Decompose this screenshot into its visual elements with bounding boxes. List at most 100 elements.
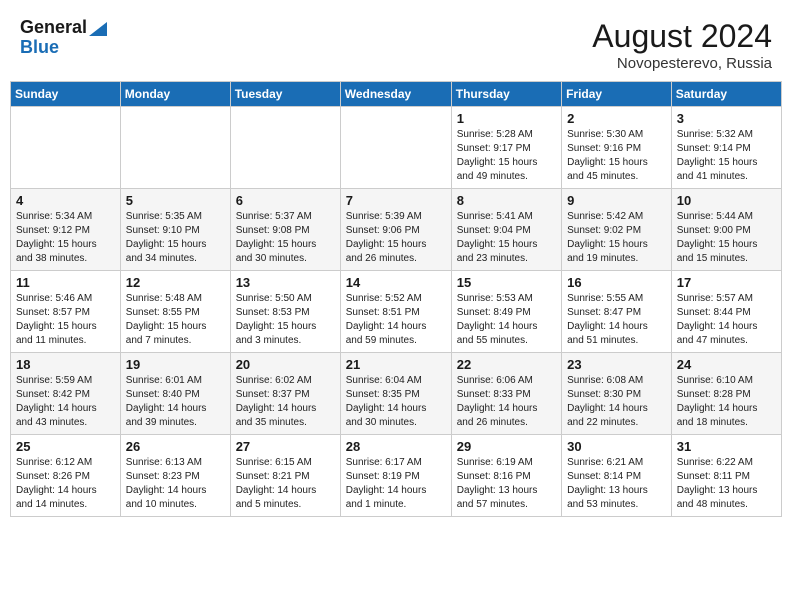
calendar-cell: 12 Sunrise: 5:48 AM Sunset: 8:55 PM Dayli… (120, 271, 230, 353)
day-number: 16 (567, 275, 666, 290)
calendar-week-4: 18 Sunrise: 5:59 AM Sunset: 8:42 PM Dayli… (11, 353, 782, 435)
calendar-cell: 20 Sunrise: 6:02 AM Sunset: 8:37 PM Dayli… (230, 353, 340, 435)
day-number: 6 (236, 193, 335, 208)
day-number: 28 (346, 439, 446, 454)
day-info: Sunrise: 6:13 AM Sunset: 8:23 PM Dayligh… (126, 456, 225, 512)
day-info: Sunrise: 6:06 AM Sunset: 8:33 PM Dayligh… (457, 374, 556, 430)
day-info: Sunrise: 5:34 AM Sunset: 9:12 PM Dayligh… (16, 210, 115, 266)
day-number: 3 (677, 111, 776, 126)
day-number: 7 (346, 193, 446, 208)
calendar-cell: 21Sunrise: 6:04 AM Sunset: 8:35 PM Dayli… (340, 353, 451, 435)
day-info: Sunrise: 5:32 AM Sunset: 9:14 PM Dayligh… (677, 128, 776, 184)
day-info: Sunrise: 5:28 AM Sunset: 9:17 PM Dayligh… (457, 128, 556, 184)
day-info: Sunrise: 5:37 AM Sunset: 9:08 PM Dayligh… (236, 210, 335, 266)
day-info: Sunrise: 6:17 AM Sunset: 8:19 PM Dayligh… (346, 456, 446, 512)
day-info: Sunrise: 6:04 AM Sunset: 8:35 PM Dayligh… (346, 374, 446, 430)
day-number: 24 (677, 357, 776, 372)
day-info: Sunrise: 5:46 AM Sunset: 8:57 PM Dayligh… (16, 292, 115, 348)
location-subtitle: Novopesterevo, Russia (592, 55, 772, 72)
calendar-week-3: 11 Sunrise: 5:46 AM Sunset: 8:57 PM Dayli… (11, 271, 782, 353)
day-info: Sunrise: 5:48 AM Sunset: 8:55 PM Dayligh… (126, 292, 225, 348)
day-number: 15 (457, 275, 556, 290)
calendar-cell: 3 Sunrise: 5:32 AM Sunset: 9:14 PM Daylig… (671, 107, 781, 189)
day-number: 18 (16, 357, 115, 372)
day-number: 1 (457, 111, 556, 126)
day-info: Sunrise: 6:19 AM Sunset: 8:16 PM Dayligh… (457, 456, 556, 512)
calendar-table: SundayMondayTuesdayWednesdayThursdayFrid… (10, 81, 782, 517)
day-number: 19 (126, 357, 225, 372)
calendar-cell: 28 Sunrise: 6:17 AM Sunset: 8:19 PM Dayli… (340, 435, 451, 517)
day-number: 10 (677, 193, 776, 208)
day-number: 30 (567, 439, 666, 454)
calendar-cell: 23Sunrise: 6:08 AM Sunset: 8:30 PM Dayli… (562, 353, 672, 435)
calendar-cell: 17 Sunrise: 5:57 AM Sunset: 8:44 PM Dayli… (671, 271, 781, 353)
day-number: 11 (16, 275, 115, 290)
calendar-cell: 19 Sunrise: 6:01 AM Sunset: 8:40 PM Dayli… (120, 353, 230, 435)
day-number: 17 (677, 275, 776, 290)
day-info: Sunrise: 6:10 AM Sunset: 8:28 PM Dayligh… (677, 374, 776, 430)
calendar-cell (120, 107, 230, 189)
calendar-cell: 13 Sunrise: 5:50 AM Sunset: 8:53 PM Dayli… (230, 271, 340, 353)
calendar-cell: 2 Sunrise: 5:30 AM Sunset: 9:16 PM Daylig… (562, 107, 672, 189)
month-year-title: August 2024 (592, 18, 772, 55)
calendar-cell: 25Sunrise: 6:12 AM Sunset: 8:26 PM Dayli… (11, 435, 121, 517)
logo-blue-text: Blue (20, 38, 107, 58)
day-number: 5 (126, 193, 225, 208)
day-number: 31 (677, 439, 776, 454)
calendar-cell: 16 Sunrise: 5:55 AM Sunset: 8:47 PM Dayli… (562, 271, 672, 353)
day-number: 26 (126, 439, 225, 454)
calendar-cell (11, 107, 121, 189)
calendar-cell: 7Sunrise: 5:39 AM Sunset: 9:06 PM Daylig… (340, 189, 451, 271)
day-number: 20 (236, 357, 335, 372)
header-wednesday: Wednesday (340, 82, 451, 107)
calendar-cell: 14Sunrise: 5:52 AM Sunset: 8:51 PM Dayli… (340, 271, 451, 353)
day-info: Sunrise: 6:01 AM Sunset: 8:40 PM Dayligh… (126, 374, 225, 430)
calendar-cell: 10 Sunrise: 5:44 AM Sunset: 9:00 PM Dayli… (671, 189, 781, 271)
day-info: Sunrise: 5:44 AM Sunset: 9:00 PM Dayligh… (677, 210, 776, 266)
day-number: 4 (16, 193, 115, 208)
header-sunday: Sunday (11, 82, 121, 107)
calendar-cell: 9Sunrise: 5:42 AM Sunset: 9:02 PM Daylig… (562, 189, 672, 271)
calendar-cell: 15 Sunrise: 5:53 AM Sunset: 8:49 PM Dayli… (451, 271, 561, 353)
day-info: Sunrise: 6:15 AM Sunset: 8:21 PM Dayligh… (236, 456, 335, 512)
calendar-cell: 29 Sunrise: 6:19 AM Sunset: 8:16 PM Dayli… (451, 435, 561, 517)
day-number: 9 (567, 193, 666, 208)
calendar-cell (340, 107, 451, 189)
calendar-cell: 22 Sunrise: 6:06 AM Sunset: 8:33 PM Dayli… (451, 353, 561, 435)
calendar-cell: 27 Sunrise: 6:15 AM Sunset: 8:21 PM Dayli… (230, 435, 340, 517)
day-info: Sunrise: 5:30 AM Sunset: 9:16 PM Dayligh… (567, 128, 666, 184)
day-number: 13 (236, 275, 335, 290)
day-info: Sunrise: 5:59 AM Sunset: 8:42 PM Dayligh… (16, 374, 115, 430)
day-info: Sunrise: 5:55 AM Sunset: 8:47 PM Dayligh… (567, 292, 666, 348)
day-number: 27 (236, 439, 335, 454)
calendar-cell: 11 Sunrise: 5:46 AM Sunset: 8:57 PM Dayli… (11, 271, 121, 353)
day-info: Sunrise: 5:53 AM Sunset: 8:49 PM Dayligh… (457, 292, 556, 348)
day-info: Sunrise: 5:52 AM Sunset: 8:51 PM Dayligh… (346, 292, 446, 348)
header-friday: Friday (562, 82, 672, 107)
day-number: 22 (457, 357, 556, 372)
day-info: Sunrise: 5:57 AM Sunset: 8:44 PM Dayligh… (677, 292, 776, 348)
calendar-week-1: 1 Sunrise: 5:28 AM Sunset: 9:17 PM Daylig… (11, 107, 782, 189)
day-info: Sunrise: 6:22 AM Sunset: 8:11 PM Dayligh… (677, 456, 776, 512)
header-tuesday: Tuesday (230, 82, 340, 107)
day-number: 2 (567, 111, 666, 126)
calendar-cell (230, 107, 340, 189)
calendar-header-row: SundayMondayTuesdayWednesdayThursdayFrid… (11, 82, 782, 107)
calendar-week-5: 25Sunrise: 6:12 AM Sunset: 8:26 PM Dayli… (11, 435, 782, 517)
calendar-cell: 8Sunrise: 5:41 AM Sunset: 9:04 PM Daylig… (451, 189, 561, 271)
calendar-cell: 6 Sunrise: 5:37 AM Sunset: 9:08 PM Daylig… (230, 189, 340, 271)
day-number: 12 (126, 275, 225, 290)
calendar-week-2: 4 Sunrise: 5:34 AM Sunset: 9:12 PM Daylig… (11, 189, 782, 271)
page-header: General Blue August 2024 Novopesterevo, … (10, 10, 782, 77)
day-number: 29 (457, 439, 556, 454)
day-info: Sunrise: 6:12 AM Sunset: 8:26 PM Dayligh… (16, 456, 115, 512)
day-info: Sunrise: 5:35 AM Sunset: 9:10 PM Dayligh… (126, 210, 225, 266)
day-info: Sunrise: 5:50 AM Sunset: 8:53 PM Dayligh… (236, 292, 335, 348)
calendar-cell: 24 Sunrise: 6:10 AM Sunset: 8:28 PM Dayli… (671, 353, 781, 435)
calendar-cell: 5 Sunrise: 5:35 AM Sunset: 9:10 PM Daylig… (120, 189, 230, 271)
header-thursday: Thursday (451, 82, 561, 107)
day-info: Sunrise: 6:02 AM Sunset: 8:37 PM Dayligh… (236, 374, 335, 430)
logo-triangle-icon (89, 22, 107, 36)
calendar-cell: 1 Sunrise: 5:28 AM Sunset: 9:17 PM Daylig… (451, 107, 561, 189)
calendar-cell: 30Sunrise: 6:21 AM Sunset: 8:14 PM Dayli… (562, 435, 672, 517)
